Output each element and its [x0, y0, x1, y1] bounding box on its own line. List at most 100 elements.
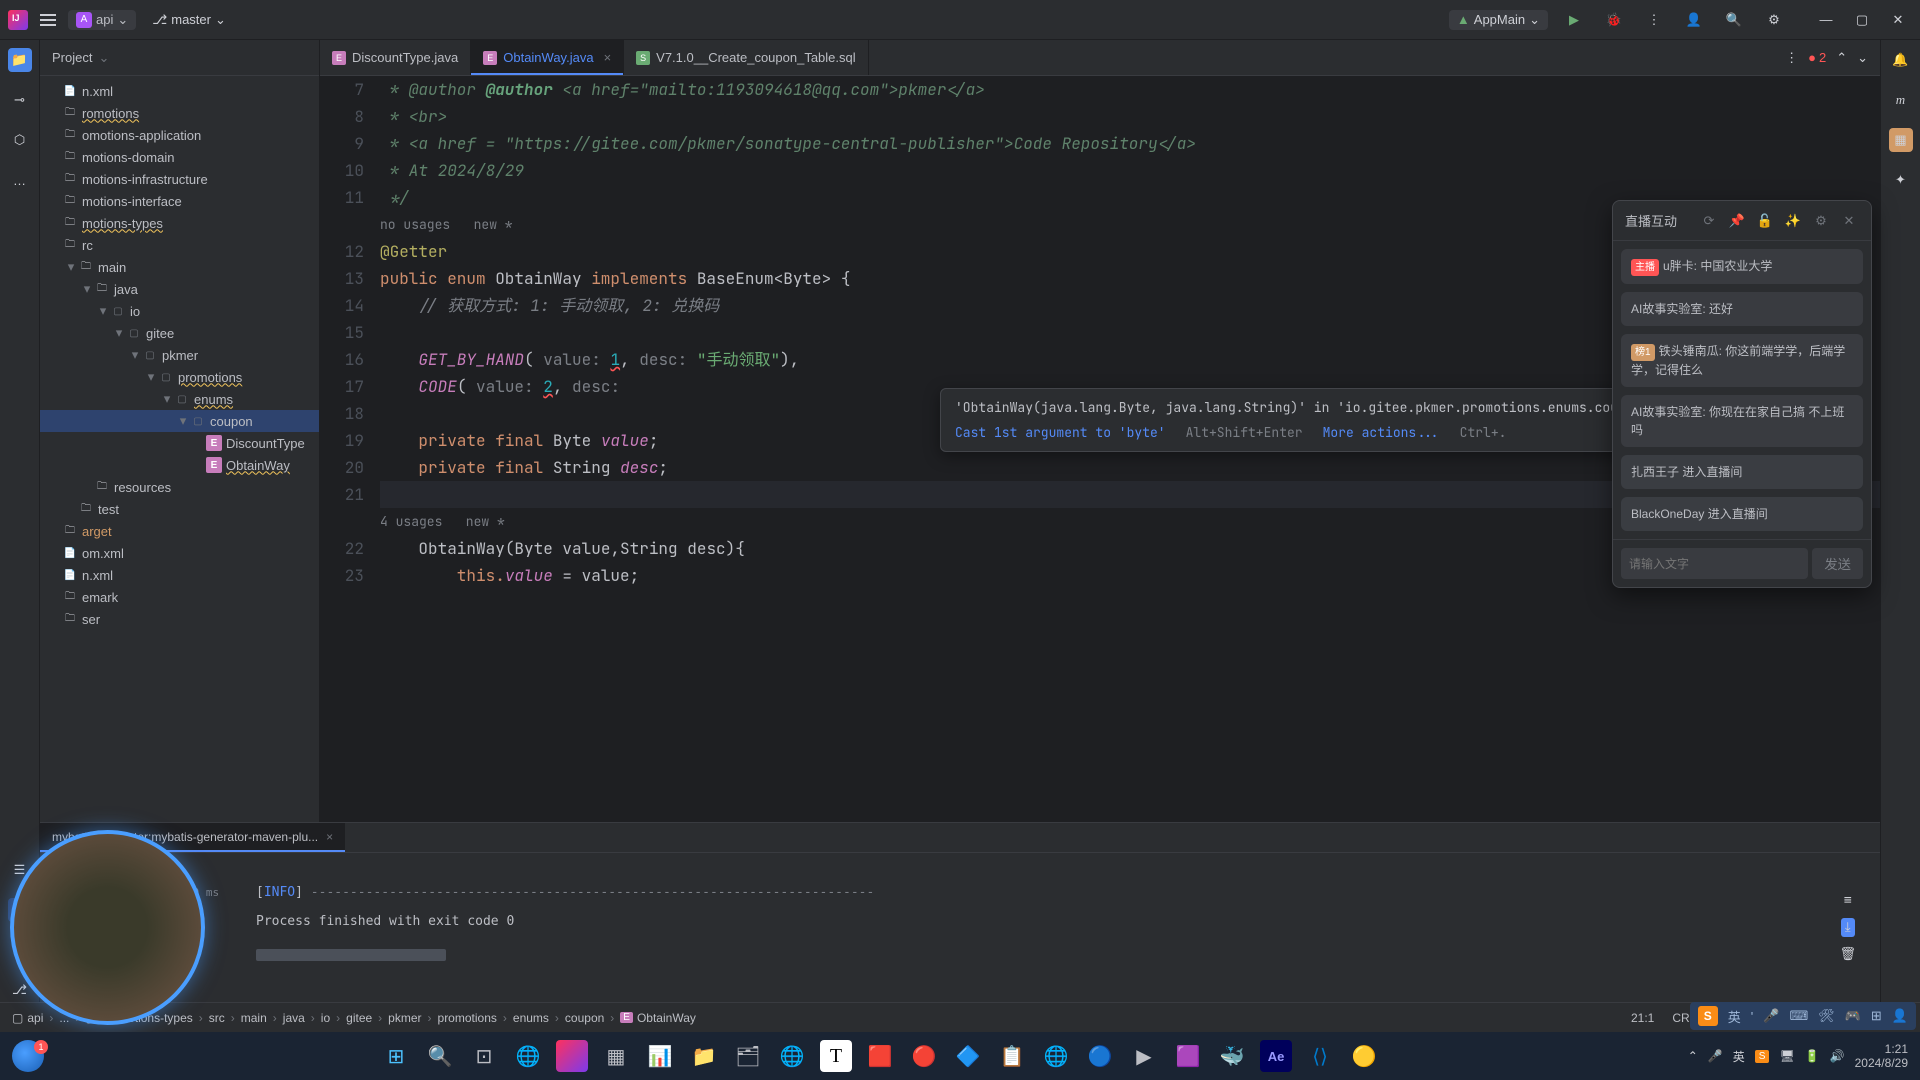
start-button[interactable]: ⊞ [376, 1036, 416, 1076]
maven-tool-icon[interactable]: m [1889, 88, 1913, 112]
app-icon[interactable]: 🔴 [904, 1036, 944, 1076]
webcam-avatar[interactable] [10, 830, 205, 1025]
ime-tools-icon[interactable]: 🛠 [1818, 1008, 1835, 1024]
tree-item[interactable]: 📄n.xml [40, 564, 319, 586]
project-tool-icon[interactable]: 📁 [8, 48, 32, 72]
tree-item[interactable]: 📄om.xml [40, 542, 319, 564]
app-icon[interactable]: ▦ [596, 1036, 636, 1076]
structure-tool-icon[interactable]: ⬡ [8, 128, 32, 152]
tree-item[interactable]: ▾🗀java [40, 278, 319, 300]
breadcrumb-item[interactable]: enums [513, 1011, 549, 1025]
more-actions-icon[interactable]: ⋮ [1640, 6, 1668, 34]
tree-item[interactable]: 🗀motions-infrastructure [40, 168, 319, 190]
tree-item[interactable]: ▾▢io [40, 300, 319, 322]
ime-mic-icon[interactable]: 🎤 [1763, 1008, 1779, 1024]
breadcrumb-item[interactable]: pkmer [388, 1011, 421, 1025]
edge-icon[interactable]: 🌐 [508, 1036, 548, 1076]
tree-item[interactable]: 🗀motions-interface [40, 190, 319, 212]
sogou-icon[interactable]: S [1698, 1006, 1718, 1026]
app-icon[interactable]: 🟥 [860, 1036, 900, 1076]
pin-icon[interactable]: 📌 [1727, 211, 1747, 231]
chevron-down-icon[interactable]: ⌄ [98, 50, 109, 66]
clock[interactable]: 1:21 2024/8/29 [1855, 1042, 1908, 1071]
tree-item[interactable]: 📄n.xml [40, 80, 319, 102]
chrome-icon[interactable]: 🌐 [1036, 1036, 1076, 1076]
settings-icon[interactable]: ⚙ [1760, 6, 1788, 34]
tray-sogou-icon[interactable]: S [1755, 1050, 1770, 1063]
app-icon[interactable]: 🗂 [728, 1036, 768, 1076]
breadcrumb-item[interactable]: io [321, 1011, 330, 1025]
commit-tool-icon[interactable]: ⊸ [8, 88, 32, 112]
minimize-button[interactable]: — [1812, 6, 1840, 34]
tree-item[interactable]: 🗀omotions-application [40, 124, 319, 146]
ime-grid-icon[interactable]: ⊞ [1871, 1008, 1882, 1024]
breadcrumb-item[interactable]: E ObtainWay [620, 1011, 696, 1025]
tree-item[interactable]: EDiscountType [40, 432, 319, 454]
media-icon[interactable]: ▶ [1124, 1036, 1164, 1076]
ime-keyboard-icon[interactable]: ⌨ [1789, 1008, 1808, 1024]
chat-input[interactable] [1621, 548, 1808, 579]
tree-item[interactable]: 🗀arget [40, 520, 319, 542]
quick-fix-action[interactable]: Cast 1st argument to 'byte' [955, 424, 1166, 441]
tree-item[interactable]: 🗀rc [40, 234, 319, 256]
sparkle-icon[interactable]: ✨ [1783, 211, 1803, 231]
tree-item[interactable]: ▾▢gitee [40, 322, 319, 344]
breadcrumb-root[interactable]: ▢ api [12, 1011, 43, 1025]
database-tool-icon[interactable]: ▦ [1889, 128, 1913, 152]
ime-user-icon[interactable]: 👤 [1892, 1008, 1908, 1024]
caret-position[interactable]: 21:1 [1631, 1011, 1654, 1025]
app-icon[interactable]: 📋 [992, 1036, 1032, 1076]
ime-lang[interactable]: 英 [1728, 1007, 1741, 1026]
chat-messages[interactable]: 主播u胖卡: 中国农业大学AI故事实验室: 还好榜1铁头锤南瓜: 你这前端学学，… [1613, 241, 1871, 539]
app-icon[interactable]: 📊 [640, 1036, 680, 1076]
tray-volume-icon[interactable]: 🔊 [1830, 1049, 1845, 1063]
tree-item[interactable]: ▾▢pkmer [40, 344, 319, 366]
close-icon[interactable]: ✕ [1839, 211, 1859, 231]
collab-icon[interactable]: 👤 [1680, 6, 1708, 34]
editor-tab[interactable]: EDiscountType.java [320, 40, 471, 75]
tray-ime-icon[interactable]: 英 [1733, 1048, 1745, 1065]
nav-up-icon[interactable]: ⌃ [1836, 50, 1847, 66]
search-button[interactable]: 🔍 [420, 1036, 460, 1076]
breadcrumb-item[interactable]: promotions [438, 1011, 497, 1025]
quick-fix-popup[interactable]: 'ObtainWay(java.lang.Byte, java.lang.Str… [940, 388, 1672, 452]
run-button[interactable]: ▶ [1560, 6, 1588, 34]
app-icon[interactable]: 🟡 [1344, 1036, 1384, 1076]
more-actions-link[interactable]: More actions... [1323, 424, 1440, 441]
weather-widget[interactable]: 1 [12, 1040, 44, 1072]
obsidian-icon[interactable]: 🔷 [948, 1036, 988, 1076]
more-tool-icon[interactable]: … [8, 168, 32, 192]
lock-icon[interactable]: 🔓 [1755, 211, 1775, 231]
tree-item[interactable]: 🗀motions-types [40, 212, 319, 234]
tree-item[interactable]: 🗀romotions [40, 102, 319, 124]
console-output[interactable]: [INFO] ---------------------------------… [256, 885, 1831, 994]
tray-mic-icon[interactable]: 🎤 [1708, 1049, 1723, 1063]
tray-chevron-icon[interactable]: ⌃ [1688, 1049, 1698, 1063]
tree-item[interactable]: 🗀ser [40, 608, 319, 630]
gear-icon[interactable]: ⚙ [1811, 211, 1831, 231]
app-icon[interactable]: 🔵 [1080, 1036, 1120, 1076]
docker-icon[interactable]: 🐳 [1212, 1036, 1252, 1076]
breadcrumb-item[interactable]: coupon [565, 1011, 604, 1025]
refresh-icon[interactable]: ⟳ [1699, 211, 1719, 231]
editor-tab[interactable]: EObtainWay.java× [471, 40, 624, 75]
close-icon[interactable]: × [326, 830, 333, 844]
main-menu-icon[interactable] [36, 8, 60, 32]
tree-item[interactable]: 🗀emark [40, 586, 319, 608]
breadcrumb-item[interactable]: gitee [346, 1011, 372, 1025]
ime-game-icon[interactable]: 🎮 [1845, 1008, 1861, 1024]
breadcrumb-item[interactable]: main [241, 1011, 267, 1025]
tray-battery-icon[interactable]: 🔋 [1805, 1049, 1820, 1063]
task-view-button[interactable]: ⊡ [464, 1036, 504, 1076]
ae-icon[interactable]: Ae [1260, 1040, 1292, 1072]
tree-item[interactable]: 🗀resources [40, 476, 319, 498]
tree-item[interactable]: EObtainWay [40, 454, 319, 476]
live-chat-panel[interactable]: 直播互动 ⟳ 📌 🔓 ✨ ⚙ ✕ 主播u胖卡: 中国农业大学AI故事实验室: 还… [1612, 200, 1872, 588]
debug-button[interactable]: 🐞 [1600, 6, 1628, 34]
ai-tool-icon[interactable]: ✦ [1889, 168, 1913, 192]
nav-down-icon[interactable]: ⌄ [1857, 50, 1868, 66]
run-config-selector[interactable]: ▲ AppMain ⌄ [1449, 10, 1548, 30]
ime-toolbar[interactable]: S 英 ' 🎤 ⌨ 🛠 🎮 ⊞ 👤 [1690, 1002, 1916, 1030]
tree-item[interactable]: 🗀motions-domain [40, 146, 319, 168]
tree-item[interactable]: ▾▢enums [40, 388, 319, 410]
